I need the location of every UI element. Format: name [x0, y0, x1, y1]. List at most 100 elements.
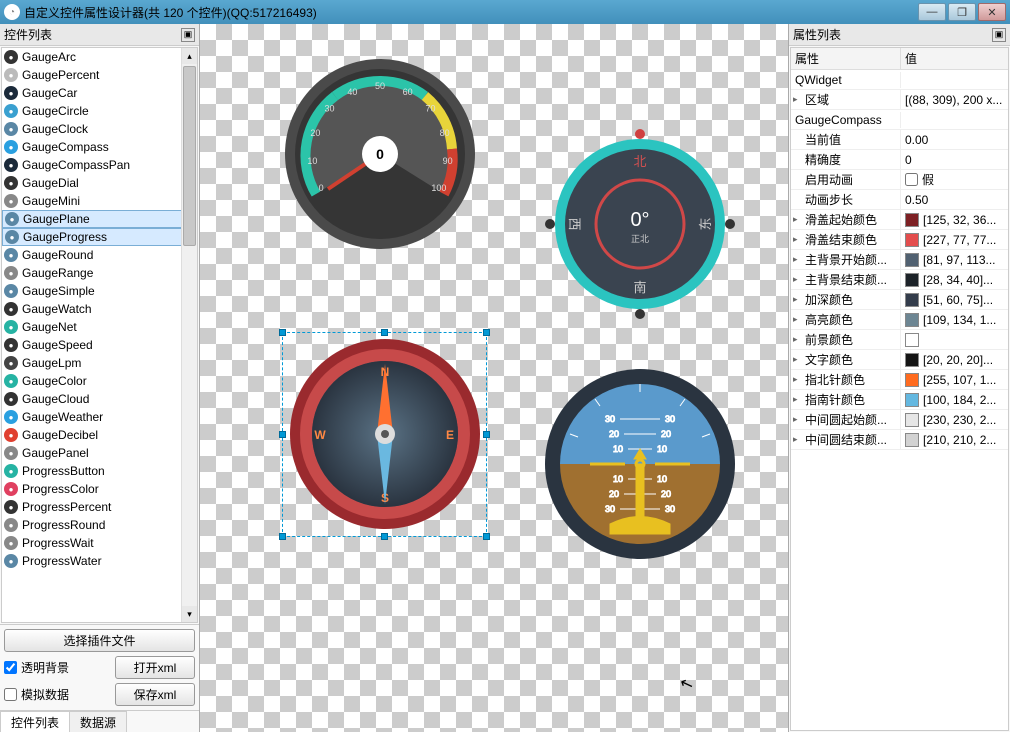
- tab-widgets[interactable]: 控件列表: [0, 711, 70, 732]
- svg-text:20: 20: [310, 128, 320, 138]
- minimize-button[interactable]: —: [918, 3, 946, 21]
- svg-text:E: E: [446, 428, 454, 442]
- widget-item-GaugeColor[interactable]: ●GaugeColor: [2, 372, 197, 390]
- widget-icon: ●: [4, 266, 18, 280]
- widget-icon: ●: [5, 212, 19, 226]
- widget-item-GaugeLpm[interactable]: ●GaugeLpm: [2, 354, 197, 372]
- scroll-up[interactable]: ▴: [182, 48, 197, 64]
- widget-item-ProgressRound[interactable]: ●ProgressRound: [2, 516, 197, 534]
- widget-item-GaugeCar[interactable]: ●GaugeCar: [2, 84, 197, 102]
- prop-center-end[interactable]: ▸中间圆结束颜...[210, 210, 2...: [791, 430, 1008, 450]
- widget-item-GaugePanel[interactable]: ●GaugePanel: [2, 444, 197, 462]
- widget-label: ProgressWater: [22, 554, 102, 568]
- svg-text:东: 东: [698, 217, 713, 230]
- widget-item-GaugeCloud[interactable]: ●GaugeCloud: [2, 390, 197, 408]
- widget-label: GaugeSpeed: [22, 338, 93, 352]
- widget-item-GaugeWeather[interactable]: ●GaugeWeather: [2, 408, 197, 426]
- maximize-button[interactable]: ❐: [948, 3, 976, 21]
- widget-item-GaugeProgress[interactable]: ●GaugeProgress: [2, 228, 197, 246]
- widget-label: GaugePlane: [23, 212, 90, 226]
- gauge-speedometer[interactable]: 0102030405060708090100 0: [280, 54, 480, 254]
- prop-center-start[interactable]: ▸中间圆起始颜...[230, 230, 2...: [791, 410, 1008, 430]
- widget-label: GaugeCompassPan: [22, 158, 130, 172]
- widget-item-ProgressWait[interactable]: ●ProgressWait: [2, 534, 197, 552]
- widget-item-ProgressButton[interactable]: ●ProgressButton: [2, 462, 197, 480]
- svg-text:南: 南: [633, 280, 646, 295]
- prop-precision[interactable]: 精确度0: [791, 150, 1008, 170]
- widget-item-GaugeMini[interactable]: ●GaugeMini: [2, 192, 197, 210]
- widget-icon: ●: [4, 284, 18, 298]
- svg-text:40: 40: [347, 87, 357, 97]
- widget-list-label: 控件列表: [4, 26, 52, 43]
- svg-text:100: 100: [431, 183, 446, 193]
- design-canvas[interactable]: 0102030405060708090100 0 北 南 西 东 0° 正北: [200, 24, 788, 732]
- widget-icon: ●: [4, 338, 18, 352]
- widget-icon: ●: [4, 518, 18, 532]
- prop-foreground[interactable]: ▸前景颜色: [791, 330, 1008, 350]
- scroll-down[interactable]: ▾: [182, 606, 197, 622]
- widget-item-GaugeNet[interactable]: ●GaugeNet: [2, 318, 197, 336]
- tab-data[interactable]: 数据源: [69, 711, 127, 732]
- widget-item-GaugeDial[interactable]: ●GaugeDial: [2, 174, 197, 192]
- widget-item-GaugeWatch[interactable]: ●GaugeWatch: [2, 300, 197, 318]
- gauge-attitude[interactable]: 3030 2020 1010 1010 2020 3030: [540, 364, 740, 564]
- widget-item-ProgressPercent[interactable]: ●ProgressPercent: [2, 498, 197, 516]
- prop-dark[interactable]: ▸加深颜色[51, 60, 75]...: [791, 290, 1008, 310]
- widget-item-GaugeCompassPan[interactable]: ● GaugeCompassPan: [2, 156, 197, 174]
- prop-group-qwidget[interactable]: QWidget: [791, 70, 1008, 90]
- widget-item-GaugePlane[interactable]: ● GaugePlane: [2, 210, 197, 228]
- prop-bg-end[interactable]: ▸主背景结束颜...[28, 34, 40]...: [791, 270, 1008, 290]
- transparent-bg-checkbox[interactable]: 透明背景: [4, 659, 109, 676]
- widget-label: GaugeRange: [22, 266, 93, 280]
- widget-icon: ●: [4, 50, 18, 64]
- property-table[interactable]: 属性值 QWidget ▸区域[(88, 309), 200 x... Gaug…: [790, 47, 1009, 731]
- prop-cover-end[interactable]: ▸滑盖结束颜色[227, 77, 77...: [791, 230, 1008, 250]
- mock-data-checkbox[interactable]: 模拟数据: [4, 686, 109, 703]
- col-property: 属性: [791, 48, 901, 69]
- widget-list[interactable]: ●GaugeArc●GaugePercent●GaugeCar●GaugeCir…: [1, 47, 198, 623]
- widget-item-GaugePercent[interactable]: ●GaugePercent: [2, 66, 197, 84]
- prop-anim-step[interactable]: 动画步长0.50: [791, 190, 1008, 210]
- prop-north-color[interactable]: ▸指北针颜色[255, 107, 1...: [791, 370, 1008, 390]
- svg-text:0°: 0°: [630, 209, 649, 231]
- dock-float-button[interactable]: ▣: [181, 28, 195, 42]
- property-header: 属性列表 ▣: [789, 24, 1010, 46]
- scrollbar[interactable]: ▴ ▾: [181, 48, 197, 622]
- widget-icon: ●: [4, 464, 18, 478]
- widget-item-GaugeArc[interactable]: ●GaugeArc: [2, 48, 197, 66]
- gauge-compass-nesw[interactable]: N S W E: [285, 334, 485, 534]
- widget-item-GaugeCompass[interactable]: ●GaugeCompass: [2, 138, 197, 156]
- gauge-direction-compass[interactable]: 北 南 西 东 0° 正北: [540, 124, 740, 324]
- widget-item-GaugeClock[interactable]: ●GaugeClock: [2, 120, 197, 138]
- prop-south-color[interactable]: ▸指南针颜色[100, 184, 2...: [791, 390, 1008, 410]
- widget-item-GaugeRange[interactable]: ● GaugeRange: [2, 264, 197, 282]
- svg-text:20: 20: [609, 429, 619, 439]
- widget-item-ProgressWater[interactable]: ●ProgressWater: [2, 552, 197, 570]
- close-button[interactable]: ✕: [978, 3, 1006, 21]
- select-plugin-button[interactable]: 选择插件文件: [4, 629, 195, 652]
- widget-item-ProgressColor[interactable]: ●ProgressColor: [2, 480, 197, 498]
- prop-highlight[interactable]: ▸高亮颜色[109, 134, 1...: [791, 310, 1008, 330]
- prop-text-color[interactable]: ▸文字颜色[20, 20, 20]...: [791, 350, 1008, 370]
- widget-icon: ●: [4, 446, 18, 460]
- prop-cover-start[interactable]: ▸滑盖起始颜色[125, 32, 36...: [791, 210, 1008, 230]
- svg-text:W: W: [314, 428, 326, 442]
- prop-current-value[interactable]: 当前值0.00: [791, 130, 1008, 150]
- widget-item-GaugeDecibel[interactable]: ●GaugeDecibel: [2, 426, 197, 444]
- scroll-thumb[interactable]: [183, 66, 196, 246]
- widget-item-GaugeCircle[interactable]: ●GaugeCircle: [2, 102, 197, 120]
- prop-animation[interactable]: 启用动画假: [791, 170, 1008, 190]
- widget-item-GaugeRound[interactable]: ●GaugeRound: [2, 246, 197, 264]
- widget-item-GaugeSimple[interactable]: ●GaugeSimple: [2, 282, 197, 300]
- open-xml-button[interactable]: 打开xml: [115, 656, 195, 679]
- widget-icon: ●: [4, 158, 18, 172]
- prop-group-compass[interactable]: GaugeCompass: [791, 110, 1008, 130]
- widget-item-GaugeSpeed[interactable]: ● GaugeSpeed: [2, 336, 197, 354]
- dock-float-button[interactable]: ▣: [992, 28, 1006, 42]
- widget-label: GaugeRound: [22, 248, 93, 262]
- widget-label: GaugePercent: [22, 68, 99, 82]
- prop-region[interactable]: ▸区域[(88, 309), 200 x...: [791, 90, 1008, 110]
- col-value: 值: [901, 48, 921, 69]
- save-xml-button[interactable]: 保存xml: [115, 683, 195, 706]
- prop-bg-start[interactable]: ▸主背景开始颜...[81, 97, 113...: [791, 250, 1008, 270]
